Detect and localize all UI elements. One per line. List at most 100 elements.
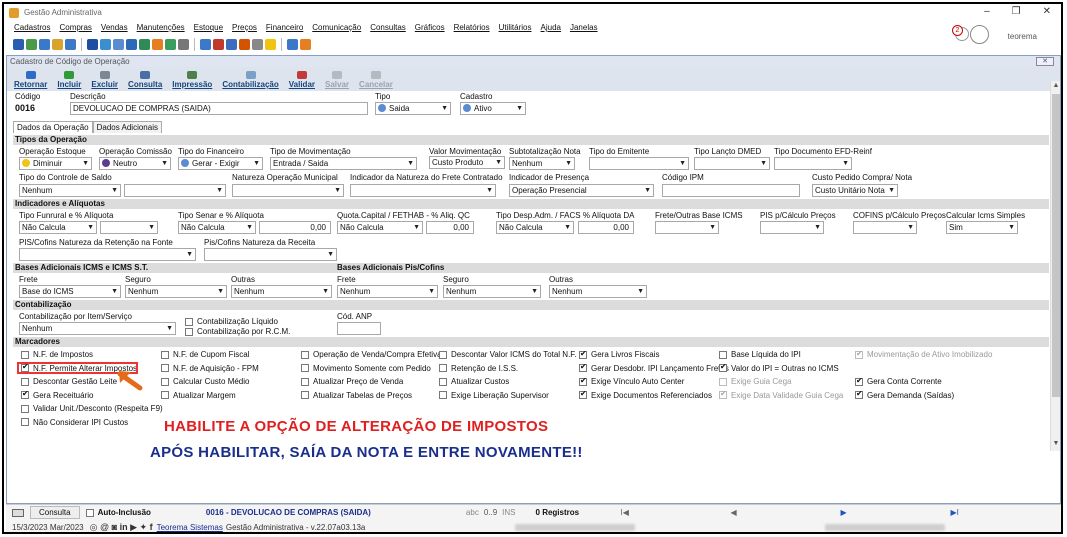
marcador-checkbox[interactable]: Calcular Custo Médio	[161, 377, 249, 386]
print-icon[interactable]	[178, 38, 189, 50]
cadastro-select[interactable]: Ativo	[460, 102, 526, 115]
marcador-checkbox[interactable]: Movimento Somente com Pedido	[301, 364, 431, 373]
tipo-emit-select[interactable]	[589, 157, 689, 170]
calc-icon[interactable]	[200, 38, 211, 50]
checkbox-box[interactable]	[185, 327, 193, 336]
op-estoque-select[interactable]: Diminuir	[19, 157, 92, 170]
scroll-thumb[interactable]	[1052, 94, 1060, 397]
maximize-button[interactable]: ❐	[1012, 6, 1021, 17]
contab-liquido-checkbox[interactable]: Contabilização Líquido	[185, 317, 278, 326]
valor-mov-select[interactable]: Custo Produto	[429, 156, 505, 169]
facebook-icon[interactable]: f	[150, 522, 153, 532]
tab-dados-adicionais[interactable]: Dados Adicionais	[92, 121, 162, 133]
marcador-checkbox[interactable]: Retenção de I.S.S.	[439, 364, 518, 373]
checkbox-box[interactable]	[439, 391, 447, 399]
marcador-checkbox[interactable]: Exige Vínculo Auto Center	[579, 376, 684, 386]
tipo-efd-select[interactable]	[774, 157, 852, 170]
marcador-checkbox[interactable]: Atualizar Custos	[439, 377, 509, 386]
clipboard-icon[interactable]	[113, 38, 124, 50]
desp-select[interactable]: Não Calcula	[496, 221, 574, 234]
prev-record-button[interactable]: ◀	[731, 508, 841, 517]
tipo-mov-select[interactable]: Entrada / Saida	[270, 157, 417, 170]
save-icon[interactable]	[13, 38, 24, 50]
menu-item[interactable]: Vendas	[101, 23, 128, 32]
user-avatar[interactable]	[970, 25, 989, 44]
anp-input[interactable]	[337, 322, 381, 335]
action-validar-button[interactable]: Validar	[289, 71, 315, 89]
truck-icon[interactable]	[152, 38, 163, 50]
cofins-calc-select[interactable]	[853, 221, 917, 234]
checkbox-box[interactable]	[301, 350, 309, 359]
marcador-checkbox[interactable]: Descontar Valor ICMS do Total N.F.	[439, 350, 577, 359]
funrural-aliquota-select[interactable]	[100, 221, 158, 234]
marcador-checkbox[interactable]: Exige Liberação Supervisor	[439, 391, 549, 400]
menu-item[interactable]: Utilitários	[499, 23, 532, 32]
checkbox-box[interactable]	[21, 418, 29, 426]
folder-icon[interactable]	[52, 38, 63, 50]
menu-item[interactable]: Janelas	[570, 23, 598, 32]
list-icon[interactable]	[65, 38, 76, 50]
instagram-icon[interactable]: ◙	[112, 522, 117, 532]
desp-aliquota-input[interactable]: 0,00	[578, 221, 634, 234]
descricao-input[interactable]: DEVOLUCAO DE COMPRAS (SAIDA)	[70, 102, 368, 115]
checkbox-box[interactable]	[579, 362, 587, 372]
senar-aliquota-input[interactable]: 0,00	[259, 221, 331, 234]
twitter-icon[interactable]: ✦	[140, 522, 148, 532]
marcador-checkbox[interactable]: N.F. de Cupom Fiscal	[161, 350, 249, 359]
checkbox-box[interactable]	[579, 376, 587, 386]
menu-item[interactable]: Consultas	[370, 23, 406, 32]
mail-icon[interactable]	[213, 38, 224, 50]
checkbox-box[interactable]	[439, 364, 447, 372]
marcador-checkbox[interactable]: N.F. de Aquisição - FPM	[161, 364, 259, 373]
ind-pres-select[interactable]: Operação Presencial	[509, 184, 654, 197]
ind-frete-select[interactable]	[350, 184, 496, 197]
close-window-button[interactable]: ✕	[1043, 6, 1051, 17]
action-incluir-button[interactable]: Incluir	[57, 71, 81, 89]
contab-item-select[interactable]: Nenhum	[19, 322, 176, 335]
info-icon[interactable]	[287, 38, 298, 50]
minimize-button[interactable]: –	[984, 6, 990, 17]
linkedin-icon[interactable]: in	[120, 522, 128, 532]
tab-dados-operacao[interactable]: Dados da Operação	[13, 121, 93, 133]
checkbox-box[interactable]	[21, 389, 29, 399]
menu-item[interactable]: Cadastros	[14, 23, 50, 32]
marcador-checkbox[interactable]: Valor do IPI = Outras no ICMS	[719, 362, 839, 373]
ctrl-saldo-select[interactable]: Nenhum	[19, 184, 121, 197]
calendar-icon[interactable]	[252, 38, 263, 50]
grid-icon[interactable]	[226, 38, 237, 50]
first-record-button[interactable]: I◀	[621, 508, 731, 517]
whatsapp-icon[interactable]: ◎	[90, 522, 98, 532]
contab-rcm-checkbox[interactable]: Contabilização por R.C.M.	[185, 327, 290, 336]
ctrl-saldo-select-2[interactable]	[124, 184, 226, 197]
close-form-button[interactable]: ✕	[1036, 57, 1054, 66]
menu-item[interactable]: Relatórios	[454, 23, 490, 32]
action-contabilizao-button[interactable]: Contabilização	[222, 71, 279, 89]
nat-ret-select[interactable]	[19, 248, 196, 261]
checkbox-box[interactable]	[21, 377, 29, 386]
marcador-checkbox[interactable]: Não Considerar IPI Custos	[21, 418, 128, 427]
menu-item[interactable]: Manutenções	[137, 23, 185, 32]
icms-outras-select[interactable]: Nenhum	[231, 285, 332, 298]
power-icon[interactable]	[300, 38, 311, 50]
clock-icon[interactable]	[239, 38, 250, 50]
company-link[interactable]: Teorema Sistemas	[157, 523, 223, 532]
menu-item[interactable]: Gráficos	[415, 23, 445, 32]
marcador-checkbox[interactable]: N.F. de Impostos	[21, 350, 93, 359]
senar-select[interactable]: Não Calcula	[178, 221, 256, 234]
checkbox-box[interactable]	[579, 389, 587, 399]
pis-seguro-select[interactable]: Nenhum	[443, 285, 541, 298]
checkbox-box[interactable]	[719, 350, 727, 359]
pis-outras-select[interactable]: Nenhum	[549, 285, 647, 298]
marcador-checkbox[interactable]: Descontar Gestão Leite	[21, 377, 117, 386]
op-comissao-select[interactable]: Neutro	[99, 157, 171, 170]
menu-item[interactable]: Ajuda	[541, 23, 561, 32]
checkbox-box[interactable]	[301, 391, 309, 399]
marcador-checkbox[interactable]: Gera Conta Corrente	[855, 376, 942, 386]
doc-icon[interactable]	[39, 38, 50, 50]
nat-mun-select[interactable]	[232, 184, 344, 197]
money-icon[interactable]	[165, 38, 176, 50]
scroll-down-icon[interactable]: ▼	[1051, 440, 1061, 450]
marcador-checkbox[interactable]: Base Líquida do IPI	[719, 350, 801, 359]
checkbox-box[interactable]	[301, 377, 309, 386]
user-icon[interactable]	[26, 38, 37, 50]
